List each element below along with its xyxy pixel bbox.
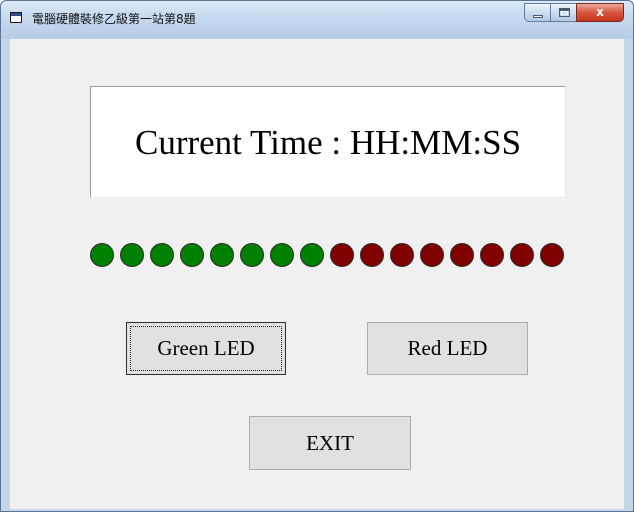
red-led-button[interactable]: Red LED [367, 322, 528, 375]
led-row [90, 243, 564, 267]
led-green-7 [270, 243, 294, 267]
form-icon[interactable] [10, 12, 22, 23]
title-bar[interactable]: 電腦硬體裝修乙級第一站第8題 x [1, 1, 633, 39]
minimize-button[interactable] [524, 3, 551, 22]
led-green-5 [210, 243, 234, 267]
maximize-icon [559, 8, 570, 17]
led-red-11 [390, 243, 414, 267]
time-label: Current Time : HH:MM:SS [134, 123, 522, 162]
time-display: Current Time : HH:MM:SS [90, 86, 566, 198]
focus-rectangle [130, 326, 282, 371]
led-green-3 [150, 243, 174, 267]
led-green-8 [300, 243, 324, 267]
form-client-area: Current Time : HH:MM:SS Green LED Red LE… [10, 39, 624, 509]
exit-button-label: EXIT [306, 430, 354, 455]
led-red-15 [510, 243, 534, 267]
red-led-button-label: Red LED [407, 336, 488, 360]
led-red-10 [360, 243, 384, 267]
led-red-13 [450, 243, 474, 267]
led-red-14 [480, 243, 504, 267]
led-red-12 [420, 243, 444, 267]
exit-button[interactable]: EXIT [249, 416, 411, 470]
close-button[interactable]: x [576, 3, 624, 22]
led-green-4 [180, 243, 204, 267]
window-title: 電腦硬體裝修乙級第一站第8題 [32, 12, 196, 26]
led-green-2 [120, 243, 144, 267]
led-red-16 [540, 243, 564, 267]
maximize-button[interactable] [550, 3, 577, 22]
green-led-button[interactable]: Green LED [126, 322, 286, 375]
led-green-1 [90, 243, 114, 267]
led-red-9 [330, 243, 354, 267]
close-icon: x [596, 5, 604, 19]
app-window: 電腦硬體裝修乙級第一站第8題 x Current Time : HH:MM:SS… [0, 0, 634, 512]
minimize-icon [533, 15, 543, 18]
led-green-6 [240, 243, 264, 267]
